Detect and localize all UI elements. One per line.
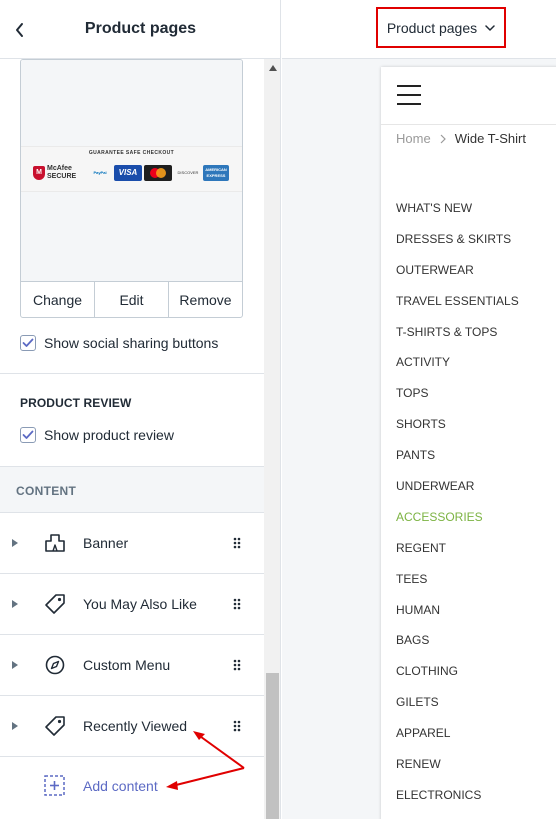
add-content-label: Add content	[83, 778, 158, 794]
category-menu: WHAT'S NEW DRESSES & SKIRTS OUTERWEAR TRAVE…	[396, 193, 556, 811]
compass-icon	[43, 654, 67, 676]
checkmark-icon	[22, 430, 34, 439]
payment-logos: M McAfee SECURE PayPal VISA DISCOVER AMER…	[21, 161, 242, 183]
content-block-label: Banner	[83, 535, 129, 551]
content-block-label: Custom Menu	[83, 657, 171, 673]
menu-item[interactable]: ELECTRONICS	[396, 780, 556, 811]
menu-item[interactable]: BAGS	[396, 625, 556, 656]
remove-image-button[interactable]: Remove	[168, 282, 242, 317]
drag-handle-icon[interactable]	[231, 536, 243, 550]
drag-handle-icon[interactable]	[231, 719, 243, 733]
breadcrumb-current: Wide T-Shirt	[454, 131, 526, 146]
content-block-banner[interactable]: Banner	[0, 513, 264, 574]
paypal-logo: PayPal	[93, 170, 107, 175]
menu-item[interactable]: DRESSES & SKIRTS	[396, 224, 556, 255]
section-divider	[0, 373, 264, 374]
breadcrumb-home-link[interactable]: Home	[396, 131, 431, 146]
store-mobile-menu: Home Wide T-Shirt WHAT'S NEW DRESSES & SK…	[381, 67, 556, 819]
caret-right-icon[interactable]	[11, 599, 19, 609]
drag-handle-icon[interactable]	[231, 658, 243, 672]
change-image-button[interactable]: Change	[21, 282, 94, 317]
menu-item[interactable]: ACTIVITY	[396, 347, 556, 378]
page-type-selector[interactable]: Product pages	[376, 7, 506, 48]
image-preview[interactable]: GUARANTEE SAFE CHECKOUT M McAfee SECURE P…	[21, 60, 242, 282]
menu-item[interactable]: TEES	[396, 564, 556, 595]
tag-icon	[43, 593, 67, 615]
menu-item[interactable]: PANTS	[396, 440, 556, 471]
menu-item[interactable]: CLOTHING	[396, 656, 556, 687]
preview-topbar: Product pages	[282, 0, 556, 59]
menu-item[interactable]: GILETS	[396, 687, 556, 718]
content-block-you-may-also-like[interactable]: You May Also Like	[0, 574, 264, 635]
checkbox-checked[interactable]	[20, 427, 36, 443]
menu-item[interactable]: HUMAN	[396, 595, 556, 626]
content-heading: CONTENT	[16, 484, 77, 498]
content-block-recently-viewed[interactable]: Recently Viewed	[0, 696, 264, 757]
chevron-down-icon	[485, 24, 495, 31]
add-block-icon	[44, 775, 65, 796]
theme-editor-sidebar: Product pages GUARANTEE SAFE CHECKOUT M …	[0, 0, 281, 819]
add-content-button[interactable]: Add content	[0, 756, 264, 817]
sidebar-scroll-area: GUARANTEE SAFE CHECKOUT M McAfee SECURE P…	[0, 59, 264, 819]
menu-item[interactable]: T-SHIRTS & TOPS	[396, 317, 556, 348]
banner-icon	[43, 532, 67, 554]
caret-right-icon[interactable]	[11, 660, 19, 670]
edit-image-button[interactable]: Edit	[94, 282, 168, 317]
caret-right-icon[interactable]	[11, 538, 19, 548]
breadcrumb-chevron-icon	[440, 134, 446, 143]
drag-handle-icon[interactable]	[231, 597, 243, 611]
breadcrumb: Home Wide T-Shirt	[396, 131, 526, 146]
menu-item[interactable]: REGENT	[396, 533, 556, 564]
menu-item[interactable]: TOPS	[396, 378, 556, 409]
caret-right-icon[interactable]	[11, 721, 19, 731]
menu-item[interactable]: RENEW	[396, 749, 556, 780]
sidebar-scrollbar[interactable]	[264, 59, 280, 819]
visa-logo: VISA	[114, 165, 142, 181]
safe-checkout-text: GUARANTEE SAFE CHECKOUT	[88, 150, 175, 156]
discover-logo: DISCOVER	[177, 170, 199, 175]
menu-item[interactable]: OUTERWEAR	[396, 255, 556, 286]
menu-item[interactable]: SHORTS	[396, 409, 556, 440]
show-social-sharing-label: Show social sharing buttons	[44, 335, 219, 351]
tag-icon	[43, 715, 67, 737]
content-block-custom-menu[interactable]: Custom Menu	[0, 635, 264, 696]
scrollbar-thumb[interactable]	[266, 673, 279, 819]
image-actions: Change Edit Remove	[21, 282, 242, 317]
scroll-up-arrow-icon[interactable]	[264, 59, 280, 76]
menu-item[interactable]: WHAT'S NEW	[396, 193, 556, 224]
image-picker: GUARANTEE SAFE CHECKOUT M McAfee SECURE P…	[20, 59, 243, 318]
show-social-sharing-checkbox[interactable]: Show social sharing buttons	[20, 333, 218, 353]
page-type-label: Product pages	[386, 19, 478, 36]
content-block-label: You May Also Like	[83, 596, 197, 612]
menu-item[interactable]: TRAVEL ESSENTIALS	[396, 286, 556, 317]
content-block-label: Recently Viewed	[83, 718, 188, 734]
safe-checkout-badge: GUARANTEE SAFE CHECKOUT M McAfee SECURE P…	[21, 146, 242, 192]
header-divider	[381, 124, 556, 125]
storefront-preview: Product pages Home Wide T-Shirt WHAT'S N…	[282, 0, 556, 819]
product-review-heading: PRODUCT REVIEW	[20, 396, 132, 410]
menu-item[interactable]: UNDERWEAR	[396, 471, 556, 502]
amex-logo: AMERICAN EXPRESS	[203, 165, 229, 181]
menu-item[interactable]: APPAREL	[396, 718, 556, 749]
sidebar-header: Product pages	[0, 0, 280, 59]
hamburger-menu-icon[interactable]	[397, 85, 421, 105]
show-product-review-label: Show product review	[44, 427, 174, 443]
show-product-review-checkbox[interactable]: Show product review	[20, 425, 174, 445]
mcafee-logo: M McAfee SECURE	[33, 165, 83, 181]
content-section-header: CONTENT	[0, 466, 264, 513]
checkbox-checked[interactable]	[20, 335, 36, 351]
sidebar-title: Product pages	[84, 20, 197, 37]
menu-item[interactable]: ACCESSORIES	[396, 502, 556, 533]
mastercard-logo	[144, 165, 172, 181]
checkmark-icon	[22, 338, 34, 347]
